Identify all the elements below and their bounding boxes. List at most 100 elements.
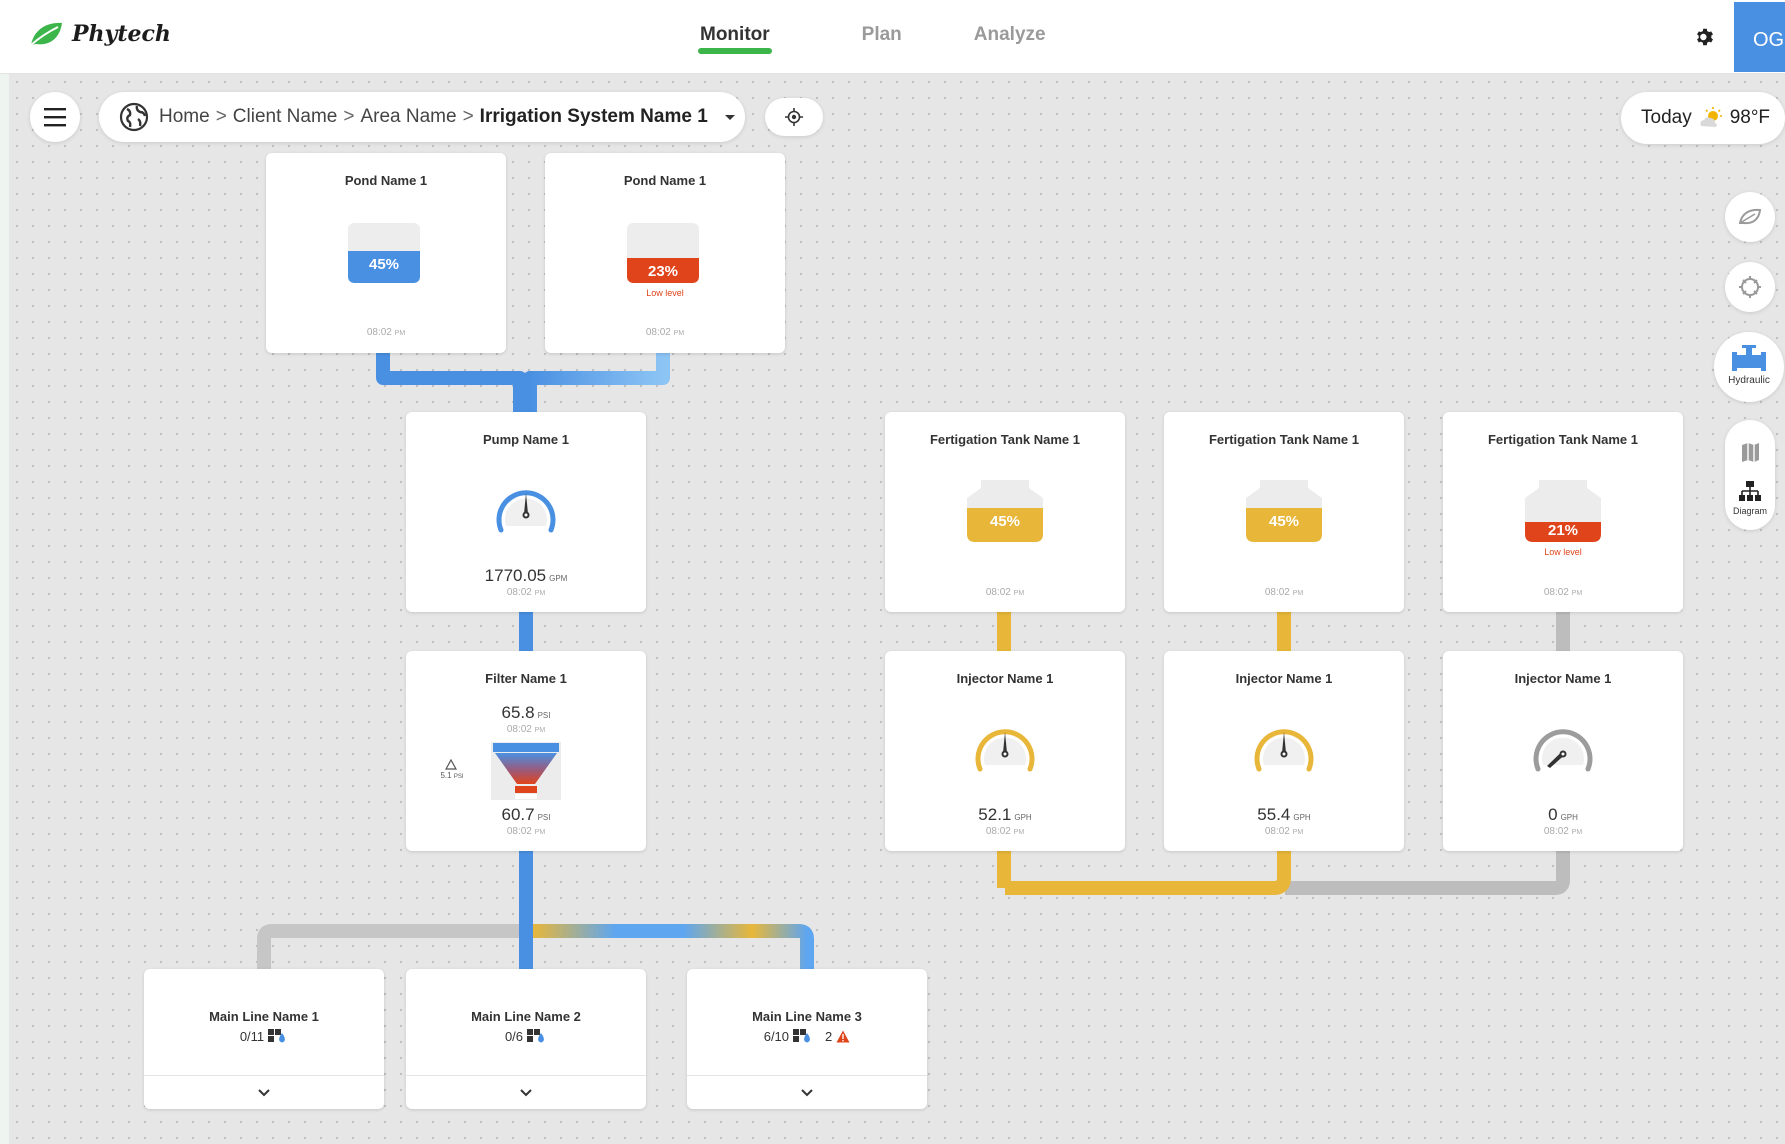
chevron-down-icon[interactable] [514, 1083, 538, 1103]
injector-name: Injector Name 1 [1235, 671, 1333, 686]
injector-name: Injector Name 1 [1514, 671, 1612, 686]
injector-card[interactable]: Injector Name 1 55.4 GPH 08:02 PM [1164, 651, 1404, 851]
chevron-down-icon[interactable] [795, 1083, 819, 1103]
pond-name: Pond Name 1 [623, 173, 707, 188]
main-line-card[interactable]: Main Line Name 3 6/10 2 [687, 969, 927, 1109]
injector-flow-reading: 52.1 GPH [978, 805, 1032, 824]
injector-flow-reading: 0 GPH [1548, 805, 1578, 824]
breadcrumb-home[interactable]: Home [159, 106, 210, 128]
logo[interactable]: Phytech [28, 20, 171, 48]
diagram-icon[interactable] [1725, 478, 1775, 508]
main-line-valve-count: 6/10 2 [687, 1028, 927, 1044]
valve-drop-icon [793, 1029, 810, 1043]
fertigation-tank-card[interactable]: Fertigation Tank Name 1 45% 08:02 PM [1164, 412, 1404, 612]
hydraulic-label: Hydraulic [1728, 375, 1770, 386]
filter-funnel-icon [491, 742, 561, 800]
menu-button[interactable] [30, 92, 80, 142]
diagram-label: Diagram [1732, 506, 1767, 516]
pump-card[interactable]: Pump Name 1 1770.05 GPM 08:02 PM [406, 412, 646, 612]
fertigation-tank-name: Fertigation Tank Name 1 [929, 432, 1080, 447]
main-line-name: Main Line Name 3 [752, 1009, 862, 1024]
timestamp: 08:02 PM [506, 826, 546, 837]
breadcrumb-separator: > [343, 106, 355, 127]
breadcrumb-client[interactable]: Client Name [233, 106, 338, 128]
timestamp: 08:02 PM [506, 724, 546, 735]
gear-icon[interactable] [1694, 26, 1716, 48]
pond-status-low-level: Low level [646, 288, 684, 298]
tab-plan[interactable]: Plan [862, 0, 902, 74]
caret-down-icon[interactable] [720, 107, 740, 127]
pressure-delta-reading: 5.1 PSI [440, 771, 464, 780]
pond-card[interactable]: Pond Name 1 45% 08:02 PM [266, 153, 506, 353]
flow-gauge-icon [1254, 729, 1314, 772]
injector-card[interactable]: Injector Name 1 0 GPH 08:02 PM [1443, 651, 1683, 851]
filter-name: Filter Name 1 [485, 671, 567, 686]
tab-monitor[interactable]: Monitor [698, 0, 772, 74]
hydraulic-layer-button[interactable]: Hydraulic [1714, 332, 1784, 402]
filter-inlet-pressure: 65.8 PSI [501, 703, 551, 722]
fertigation-tank-name: Fertigation Tank Name 1 [1487, 432, 1638, 447]
top-bar: Phytech Monitor Plan Analyze OG [0, 0, 1785, 74]
timestamp: 08:02 PM [1264, 826, 1304, 837]
view-toggle-group: Diagram [1725, 420, 1775, 530]
canvas-edge [0, 74, 9, 1144]
user-avatar-button[interactable]: OG [1734, 2, 1785, 72]
tank-level-text: 45% [1268, 513, 1300, 530]
pond-level-text: 45% [368, 256, 400, 273]
tank-level-gauge [1246, 480, 1322, 542]
tank-level-gauge [967, 480, 1043, 542]
breadcrumb-current-system[interactable]: Irrigation System Name 1 [480, 106, 708, 128]
breadcrumb: Home > Client Name > Area Name > Irrigat… [99, 92, 745, 142]
fertigation-tank-card[interactable]: Fertigation Tank Name 1 21% Low level 08… [1443, 412, 1683, 612]
flow-gauge-icon [1533, 729, 1593, 772]
chevron-down-icon[interactable] [252, 1083, 276, 1103]
crop-layer-button[interactable] [1725, 192, 1775, 242]
flow-gauge-icon [496, 490, 556, 533]
main-line-name: Main Line Name 2 [471, 1009, 581, 1024]
weather-day: Today [1641, 107, 1692, 128]
pond-level-gauge: 23% [627, 223, 699, 283]
main-line-card[interactable]: Main Line Name 2 0/6 [406, 969, 646, 1109]
filter-card[interactable]: Filter Name 1 65.8 PSI 08:02 PM 5.1 PSI 6… [406, 651, 646, 851]
timestamp: 08:02 PM [985, 826, 1025, 837]
tank-status-low-level: Low level [1544, 547, 1582, 557]
main-line-valve-count: 0/6 [406, 1028, 646, 1044]
timestamp: 08:02 PM [506, 587, 546, 598]
timestamp: 08:02 PM [1543, 587, 1583, 598]
injector-card[interactable]: Injector Name 1 52.1 GPH 08:02 PM [885, 651, 1125, 851]
valve-icon [1732, 345, 1766, 371]
timestamp: 08:02 PM [985, 587, 1025, 598]
weather-widget[interactable]: Today 98°F [1621, 92, 1785, 144]
fertigation-tank-card[interactable]: Fertigation Tank Name 1 45% 08:02 PM [885, 412, 1125, 612]
main-line-valve-count: 0/11 [144, 1028, 384, 1044]
breadcrumb-separator: > [462, 106, 474, 127]
injector-flow-reading: 55.4 GPH [1257, 805, 1311, 824]
leaf-icon [1738, 208, 1762, 225]
pond-card[interactable]: Pond Name 1 23% Low level 08:02 PM [545, 153, 785, 353]
valve-drop-icon [268, 1029, 286, 1043]
pond-name: Pond Name 1 [344, 173, 428, 188]
hamburger-icon [44, 108, 66, 127]
tank-level-text: 45% [989, 513, 1021, 530]
main-line-card[interactable]: Main Line Name 1 0/11 [144, 969, 384, 1109]
fertigation-tank-name: Fertigation Tank Name 1 [1208, 432, 1359, 447]
leaf-logo-icon [30, 22, 62, 46]
pond-level-text: 23% [647, 263, 679, 280]
breadcrumb-separator: > [215, 106, 227, 127]
locate-button[interactable] [765, 98, 823, 136]
pump-name: Pump Name 1 [483, 432, 569, 447]
main-nav: Monitor Plan Analyze [698, 0, 1138, 74]
flow-gauge-icon [975, 729, 1035, 772]
tank-level-text: 21% [1547, 522, 1579, 539]
pump-flow-reading: 1770.05 GPM [484, 566, 568, 585]
map-icon[interactable] [1725, 434, 1775, 474]
pressure-delta-icon [445, 759, 457, 770]
card-divider [687, 1075, 927, 1076]
tab-analyze[interactable]: Analyze [974, 0, 1046, 74]
valve-drop-icon [527, 1029, 544, 1043]
partly-sunny-icon [1700, 107, 1722, 127]
main-line-name: Main Line Name 1 [209, 1009, 319, 1024]
timestamp: 08:02 PM [645, 327, 685, 338]
soil-layer-button[interactable] [1725, 262, 1775, 312]
breadcrumb-area[interactable]: Area Name [360, 106, 456, 128]
